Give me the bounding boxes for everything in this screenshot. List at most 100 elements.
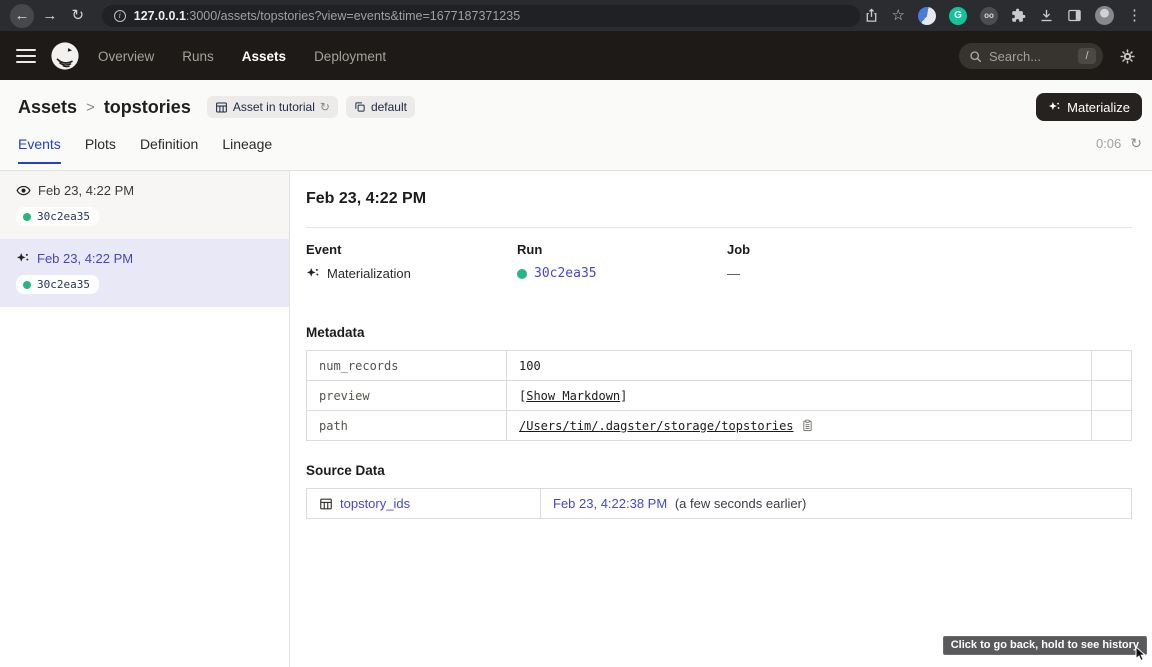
- source-materialization-time-link[interactable]: Feb 23, 4:22:38 PM: [553, 496, 667, 511]
- clipboard-copy-icon[interactable]: [801, 419, 814, 432]
- event-detail-title: Feb 23, 4:22 PM: [306, 190, 1132, 208]
- table-row: preview [Show Markdown]: [307, 381, 1132, 411]
- browser-reload-button[interactable]: ↻: [66, 4, 90, 28]
- asset-group-tag-label: Asset in tutorial: [233, 100, 315, 114]
- materialize-button-label: Materialize: [1067, 100, 1130, 115]
- job-value: —: [727, 266, 1132, 281]
- job-column-label: Job: [727, 242, 1132, 257]
- incognito-extension-icon[interactable]: oo: [980, 7, 998, 25]
- breadcrumb-separator: >: [86, 99, 95, 116]
- event-column-label: Event: [306, 242, 517, 257]
- source-time-note: (a few seconds earlier): [675, 496, 807, 511]
- settings-gear-icon[interactable]: [1119, 48, 1136, 65]
- run-id-label: 30c2ea35: [37, 278, 90, 291]
- tab-events[interactable]: Events: [18, 136, 61, 164]
- event-list-item-observation[interactable]: Feb 23, 4:22 PM 30c2ea35: [0, 171, 289, 239]
- side-panel-icon[interactable]: [1067, 8, 1082, 23]
- metadata-key: preview: [307, 381, 507, 411]
- asset-group-tag[interactable]: Asset in tutorial ↻: [207, 96, 338, 118]
- refresh-countdown: 0:06: [1096, 136, 1121, 151]
- mouse-cursor: [1134, 646, 1148, 667]
- run-status-dot: [23, 213, 31, 221]
- hamburger-menu-icon[interactable]: [16, 49, 36, 63]
- repo-default-tag-label: default: [371, 100, 407, 114]
- event-time: Feb 23, 4:22 PM: [38, 183, 134, 198]
- table-row: topstory_ids Feb 23, 4:22:38 PM (a few s…: [307, 489, 1132, 519]
- metadata-key: path: [307, 411, 507, 441]
- bookmark-star-icon[interactable]: ☆: [892, 8, 905, 23]
- event-detail-panel: Feb 23, 4:22 PM Event Materialization Ru…: [290, 171, 1152, 667]
- tag-refresh-icon[interactable]: ↻: [320, 100, 330, 114]
- page-title-asset-name: topstories: [104, 97, 191, 118]
- metadata-table: num_records 100 preview [Show Markdown] …: [306, 350, 1132, 441]
- url-host: 127.0.0.1: [134, 9, 186, 23]
- refresh-icon[interactable]: ↻: [1130, 135, 1142, 152]
- tab-plots[interactable]: Plots: [85, 136, 116, 164]
- browser-profile-avatar[interactable]: [1095, 6, 1114, 25]
- table-grid-icon: [319, 497, 333, 511]
- run-column-label: Run: [517, 242, 727, 257]
- eye-observation-icon: [16, 183, 31, 198]
- tab-definition[interactable]: Definition: [140, 136, 198, 164]
- run-id-pill[interactable]: 30c2ea35: [16, 275, 99, 294]
- extension-blue-icon[interactable]: [918, 7, 936, 25]
- copy-layers-icon: [354, 101, 366, 113]
- share-icon[interactable]: [864, 8, 879, 23]
- nav-item-overview[interactable]: Overview: [98, 49, 154, 64]
- page-header: Assets > topstories Asset in tutorial ↻ …: [0, 80, 1152, 171]
- event-list-sidebar: Feb 23, 4:22 PM 30c2ea35 Feb 23, 4:22 PM…: [0, 171, 290, 667]
- run-id-pill[interactable]: 30c2ea35: [16, 207, 99, 226]
- site-info-icon[interactable]: i: [114, 10, 126, 22]
- table-grid-icon: [215, 101, 228, 114]
- metadata-value: [Show Markdown]: [507, 381, 1092, 411]
- search-placeholder: Search...: [989, 49, 1071, 64]
- browser-back-button[interactable]: ←: [10, 4, 34, 28]
- metadata-value: 100: [507, 351, 1092, 381]
- nav-item-deployment[interactable]: Deployment: [314, 49, 386, 64]
- back-history-tooltip: Click to go back, hold to see history: [943, 636, 1147, 655]
- table-row: num_records 100: [307, 351, 1132, 381]
- metadata-section-title: Metadata: [306, 325, 1132, 340]
- sparkle-materialization-icon: [306, 267, 320, 281]
- run-id-link[interactable]: 30c2ea35: [534, 266, 597, 281]
- reload-icon: ↻: [72, 8, 85, 23]
- downloads-icon[interactable]: [1039, 8, 1054, 23]
- event-list-item-materialization[interactable]: Feb 23, 4:22 PM 30c2ea35: [0, 239, 289, 307]
- metadata-value: /Users/tim/.dagster/storage/topstories: [507, 411, 1092, 441]
- tab-lineage[interactable]: Lineage: [222, 136, 272, 164]
- dagster-logo[interactable]: [50, 41, 98, 71]
- table-row: path /Users/tim/.dagster/storage/topstor…: [307, 411, 1132, 441]
- sparkle-materialization-icon: [16, 252, 30, 266]
- sparkle-icon: [1048, 101, 1061, 114]
- materialize-button[interactable]: Materialize: [1036, 93, 1142, 121]
- run-status-dot: [23, 281, 31, 289]
- source-data-section-title: Source Data: [306, 463, 1132, 478]
- extensions-puzzle-icon[interactable]: [1011, 8, 1026, 23]
- app-nav: Overview Runs Assets Deployment Search..…: [0, 32, 1152, 80]
- search-icon: [969, 50, 982, 63]
- source-data-table: topstory_ids Feb 23, 4:22:38 PM (a few s…: [306, 488, 1132, 519]
- event-time: Feb 23, 4:22 PM: [37, 251, 133, 266]
- browser-chrome: ← → ↻ i 127.0.0.1:3000/assets/topstories…: [0, 0, 1152, 32]
- search-input[interactable]: Search... /: [959, 43, 1103, 69]
- run-id-label: 30c2ea35: [37, 210, 90, 223]
- browser-forward-button[interactable]: →: [38, 4, 62, 28]
- address-bar[interactable]: i 127.0.0.1:3000/assets/topstories?view=…: [102, 5, 860, 27]
- browser-menu-icon[interactable]: ⋮: [1127, 8, 1142, 23]
- grammarly-extension-icon[interactable]: G: [949, 7, 967, 25]
- metadata-key: num_records: [307, 351, 507, 381]
- show-markdown-link[interactable]: Show Markdown: [526, 389, 620, 403]
- path-link[interactable]: /Users/tim/.dagster/storage/topstories: [519, 419, 794, 433]
- event-type-value: Materialization: [327, 266, 411, 281]
- run-status-dot: [517, 269, 527, 279]
- repo-default-tag[interactable]: default: [346, 96, 415, 118]
- url-path: :3000/assets/topstories?view=events&time…: [186, 9, 520, 23]
- nav-item-runs[interactable]: Runs: [182, 49, 214, 64]
- bracket-close: ]: [620, 389, 627, 403]
- search-shortcut-badge: /: [1078, 48, 1096, 64]
- nav-item-assets[interactable]: Assets: [242, 49, 286, 64]
- forward-icon: →: [42, 8, 57, 23]
- breadcrumb-assets-link[interactable]: Assets: [18, 97, 77, 118]
- upstream-asset-link[interactable]: topstory_ids: [340, 496, 410, 511]
- back-icon: ←: [14, 8, 29, 23]
